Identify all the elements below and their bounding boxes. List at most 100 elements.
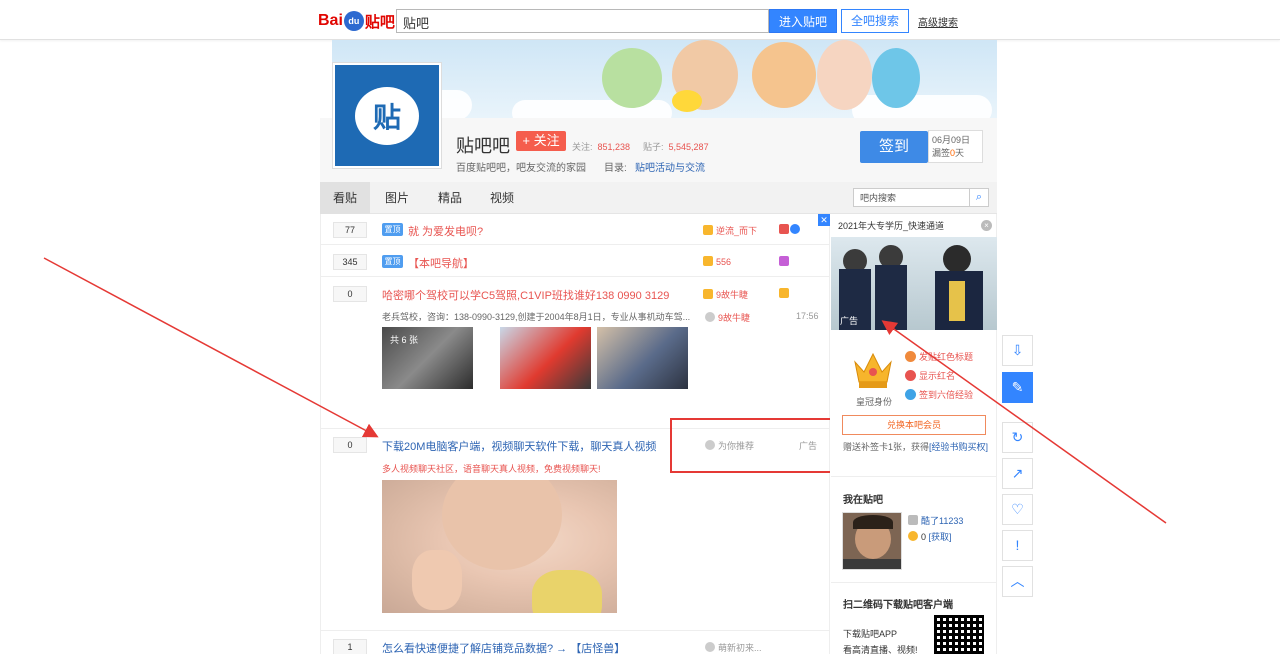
perk-red-title: 发贴红色标题 (905, 350, 973, 363)
pinned-tag: 置顶 (382, 223, 403, 236)
thread-divider (320, 630, 830, 631)
redeem-vip-button[interactable]: 兑换本吧会员 (842, 415, 986, 435)
level-icon (908, 515, 918, 525)
search-input[interactable]: 贴吧 (396, 9, 769, 33)
badge-icon (779, 256, 789, 266)
sign-in-button[interactable]: 签到 (860, 131, 928, 163)
logo-tieba: 贴吧 (364, 13, 395, 31)
sign-streak: 漏签0天 (932, 148, 965, 158)
perk-icon (905, 370, 916, 381)
reply-count: 1 (333, 639, 367, 654)
crown-label: 皇冠身份 (856, 397, 893, 407)
search-all-button[interactable]: 全吧搜索 (841, 9, 909, 33)
cartoon-character-icon (672, 90, 702, 112)
sidebar-divider (831, 476, 997, 477)
posts-count: 5,545,287 (668, 142, 709, 152)
thread-title[interactable]: 下载20M电脑客户端，视频聊天软件下载，聊天真人视频 (382, 438, 656, 454)
perk-icon (905, 389, 916, 400)
user-icon (705, 642, 715, 652)
perk-icon (905, 351, 916, 362)
qr-text-watch: 看高清直播、视频! (843, 645, 918, 654)
thread-abstract: 多人视频聊天社区，语音聊天真人视频，免费视频聊天! (382, 464, 601, 474)
thread-title[interactable]: 【本吧导航】 (408, 255, 474, 271)
last-reply-time: 17:56 (796, 311, 819, 321)
forum-avatar[interactable]: 贴 (332, 62, 442, 169)
share-icon[interactable]: ↗ (1002, 458, 1033, 489)
reply-count: 345 (333, 254, 367, 270)
sign-date: 06月09日 (932, 135, 971, 145)
refresh-icon[interactable]: ↻ (1002, 422, 1033, 453)
thread-divider (320, 276, 830, 277)
forum-slogan: 百度贴吧吧，吧友交流的家园 (456, 163, 586, 174)
thread-title[interactable]: 哈密哪个驾校可以学C5驾照,C1VIP班找谁好138 0990 3129 (382, 287, 669, 303)
thread-image[interactable] (500, 327, 591, 389)
ad-image[interactable] (382, 480, 617, 613)
thread-divider (320, 244, 830, 245)
favorite-icon[interactable]: ♡ (1002, 494, 1033, 525)
forum-search-input[interactable]: 吧内搜索 (853, 188, 970, 207)
thread-title[interactable]: 就 为爱发电呗? (408, 223, 483, 239)
image-count: 共 6 张 (390, 335, 419, 345)
perk-red-name: 显示红名 (905, 369, 955, 382)
tab-posts[interactable]: 看贴 (320, 182, 370, 214)
cartoon-character-icon (872, 48, 920, 108)
user-level-icon (703, 289, 713, 299)
sidebar-ad-tag: 广告 (840, 316, 859, 326)
close-icon[interactable]: ✕ (818, 214, 830, 226)
follow-button[interactable]: + 关注 (516, 131, 566, 151)
search-icon[interactable]: ⌕ (969, 188, 989, 207)
sidebar-divider (831, 582, 997, 583)
annotation-highlight-box (670, 418, 832, 473)
thread-author[interactable]: 萌新初来... (705, 641, 762, 654)
gift-text: 赠送补签卡1张，获得[经验书购买权] (843, 442, 989, 452)
thread-author[interactable]: 逆流_而下 (703, 224, 757, 237)
cartoon-character-icon (602, 48, 662, 108)
top-header: Bai du 贴吧 贴吧 进入贴吧 全吧搜索 高级搜索 (0, 0, 1280, 40)
thread-author[interactable]: 9故牛睫 (703, 288, 748, 301)
advanced-search-link[interactable]: 高级搜索 (918, 14, 958, 29)
get-coins-link[interactable]: [获取] (929, 532, 952, 542)
reply-count: 77 (333, 222, 367, 238)
logo-paw-icon: du (343, 11, 364, 31)
gift-link[interactable]: [经验书购买权] (929, 442, 988, 452)
user-avatar[interactable] (842, 512, 902, 570)
forum-bear-icon: 贴 (355, 86, 419, 145)
thread-author[interactable]: 556 (703, 256, 731, 267)
sidebar-ad-title[interactable]: 2021年大专学历_快速通道 (838, 219, 944, 232)
qr-code (934, 615, 984, 654)
sign-in-info: 06月09日 漏签0天 (928, 130, 983, 163)
follow-label: 关注: (572, 142, 593, 152)
badge-icon (779, 224, 789, 234)
user-level-icon (703, 225, 713, 235)
last-reply-author[interactable]: 9故牛睫 (705, 311, 750, 324)
thread-image[interactable] (597, 327, 688, 389)
posts-label: 贴子: (643, 142, 664, 152)
forum-name[interactable]: 贴吧吧 (456, 132, 510, 158)
posts-stat: 贴子: 5,545,287 (643, 140, 709, 153)
user-level-icon (703, 256, 713, 266)
follow-stat: 关注: 851,238 (572, 140, 630, 153)
perk-exp: 签到六倍经验 (905, 388, 973, 401)
reply-icon (705, 312, 715, 322)
edit-icon[interactable]: ✎ (1002, 372, 1033, 403)
enter-forum-button[interactable]: 进入贴吧 (769, 9, 837, 33)
user-level[interactable]: 酷了11233 (908, 514, 963, 527)
directory-link[interactable]: 贴吧活动与交流 (635, 159, 705, 174)
thread-title[interactable]: 怎么看快速便捷了解店铺竞品数据? → 【店怪兽】 (382, 640, 625, 654)
coin-icon (908, 531, 918, 541)
download-icon[interactable]: ⇩ (1002, 335, 1033, 366)
tab-featured[interactable]: 精品 (425, 182, 475, 214)
thread-abstract: 老兵驾校，咨询：138-0990-3129,创建于2004年8月1日，专业从事机… (382, 312, 691, 322)
crown-icon (854, 352, 892, 388)
tab-images[interactable]: 图片 (372, 182, 422, 214)
pinned-tag: 置顶 (382, 255, 403, 268)
qr-title: 扫二维码下载贴吧客户端 (843, 600, 953, 611)
tieba-logo[interactable]: Bai du 贴吧 (318, 9, 395, 33)
back-to-top-icon[interactable]: ︿ (1002, 566, 1033, 597)
verified-icon (790, 224, 800, 234)
report-icon[interactable]: ! (1002, 530, 1033, 561)
ad-close-icon[interactable]: × (981, 220, 992, 231)
thread-image[interactable]: 共 6 张 (382, 327, 473, 389)
tab-videos[interactable]: 视频 (477, 182, 527, 214)
qr-text-download: 下载贴吧APP (843, 629, 898, 639)
